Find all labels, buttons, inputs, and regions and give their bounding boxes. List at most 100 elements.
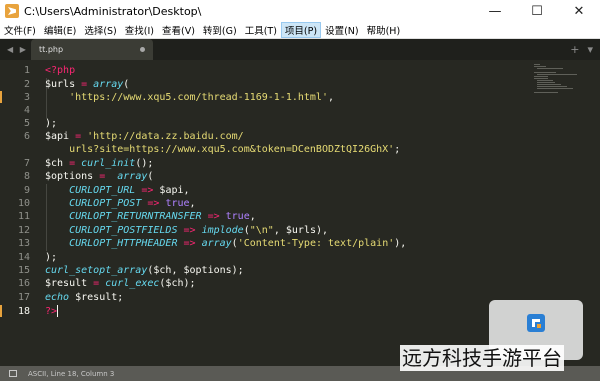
line-number: 14	[17, 252, 30, 263]
modified-line-marker	[0, 91, 2, 103]
punctuation: ($ch);	[159, 278, 196, 289]
watermark-text: 远方科技手游平台	[400, 345, 564, 371]
punctuation: ),	[394, 238, 407, 249]
tab-dropdown-icon[interactable]: ▾	[587, 43, 593, 56]
minimap-line	[537, 82, 555, 83]
modified-line-marker	[0, 305, 2, 317]
code-line: echo $result;	[45, 291, 123, 305]
code-line: 'https://www.xqu5.com/thread-1169-1-1.ht…	[45, 91, 334, 105]
title-bar: C:\Users\Administrator\Desktop\ — ☐ ✕	[0, 0, 600, 22]
punctuation: (	[123, 79, 130, 90]
minimize-button[interactable]: —	[474, 0, 516, 22]
new-tab-icon[interactable]: +	[570, 43, 579, 56]
tab-label: tt.php	[39, 45, 64, 54]
operator: =>	[201, 211, 226, 222]
menu-preferences[interactable]: 设置(N)	[321, 23, 363, 37]
operator: =>	[135, 185, 160, 196]
boolean: true	[225, 211, 250, 222]
close-button[interactable]: ✕	[558, 0, 600, 22]
watermark-badge-icon	[527, 314, 545, 332]
minimap-line	[537, 88, 573, 89]
code-line: );	[45, 251, 57, 265]
operator: =	[75, 79, 94, 90]
code-line-current: ?>	[45, 305, 59, 319]
minimap-line	[534, 76, 548, 77]
operator: =	[93, 171, 118, 182]
line-number-current: 18	[17, 306, 30, 317]
operator: =>	[141, 198, 166, 209]
punctuation: ,	[183, 185, 190, 196]
line-number: 16	[17, 278, 30, 289]
string: 'Content-Type: text/plain'	[237, 238, 395, 249]
window-title: C:\Users\Administrator\Desktop\	[24, 4, 202, 18]
line-number: 9	[23, 185, 30, 196]
variable: $options	[45, 171, 94, 182]
operator: =	[63, 158, 82, 169]
variable: $api	[45, 131, 70, 142]
line-number: 8	[23, 171, 30, 182]
menu-view[interactable]: 查看(V)	[158, 23, 199, 37]
menu-help[interactable]: 帮助(H)	[363, 23, 405, 37]
menu-tools[interactable]: 工具(T)	[241, 23, 281, 37]
variable: $ch	[45, 158, 64, 169]
punctuation: ($ch, $options);	[147, 265, 244, 276]
operator: =>	[177, 225, 202, 236]
boolean: true	[165, 198, 190, 209]
code-line: $options = array(	[45, 170, 153, 184]
line-number: 2	[23, 79, 30, 90]
tab-bar: ◀ ▶ tt.php + ▾	[0, 39, 600, 60]
minimap[interactable]	[534, 64, 590, 94]
menu-edit[interactable]: 编辑(E)	[40, 23, 80, 37]
php-close-tag: ?>	[45, 306, 58, 317]
code-line-wrapped: urls?site=https://www.xqu5.com&token=DCe…	[45, 143, 400, 157]
line-number: 15	[17, 265, 30, 276]
menu-goto[interactable]: 转到(G)	[199, 23, 241, 37]
function: curl_exec	[105, 278, 160, 289]
function: array	[117, 171, 148, 182]
text-cursor	[57, 305, 59, 317]
tab-nav-arrows-icon[interactable]: ◀ ▶	[7, 45, 31, 54]
function: array	[201, 238, 232, 249]
menu-project[interactable]: 项目(P)	[280, 22, 322, 38]
menu-find[interactable]: 查找(I)	[121, 23, 158, 37]
code-line: curl_setopt_array($ch, $options);	[45, 264, 244, 278]
minimap-line	[537, 84, 561, 85]
line-number: 5	[23, 118, 30, 129]
maximize-button[interactable]: ☐	[516, 0, 558, 22]
code-text[interactable]: <?php $urls = array( 'https://www.xqu5.c…	[45, 60, 406, 317]
string: 'http://data.zz.baidu.com/	[87, 131, 244, 142]
minimap-line	[537, 74, 577, 75]
line-number: 12	[17, 225, 30, 236]
function: implode	[201, 225, 244, 236]
minimap-line	[534, 64, 540, 65]
unsaved-dot-icon[interactable]	[140, 47, 145, 52]
code-line: $result = curl_exec($ch);	[45, 277, 196, 291]
variable: $result	[45, 278, 88, 289]
code-line: $urls = array(	[45, 78, 129, 92]
line-number: 1	[23, 65, 30, 76]
code-line: $ch = curl_init();	[45, 157, 153, 171]
keyword: echo	[45, 292, 70, 303]
menu-file[interactable]: 文件(F)	[0, 23, 40, 37]
operator: =>	[177, 238, 202, 249]
function: array	[93, 79, 124, 90]
minimap-line	[537, 80, 553, 81]
line-number: 7	[23, 158, 30, 169]
minimap-line	[537, 86, 567, 87]
menu-selection[interactable]: 选择(S)	[80, 23, 120, 37]
menu-bar: 文件(F) 编辑(E) 选择(S) 查找(I) 查看(V) 转到(G) 工具(T…	[0, 22, 600, 39]
operator: =	[69, 131, 88, 142]
operator: =	[87, 278, 106, 289]
variable: $urls	[45, 79, 76, 90]
code-line: CURLOPT_POST => true,	[45, 197, 195, 211]
string: urls?site=https://www.xqu5.com&token=DCe…	[69, 144, 395, 155]
function: curl_init	[81, 158, 136, 169]
tab-tt-php[interactable]: tt.php	[31, 39, 153, 60]
minimap-line	[534, 78, 548, 79]
line-number: 3	[23, 92, 30, 103]
panel-toggle-icon[interactable]	[9, 370, 17, 377]
code-line: CURLOPT_POSTFIELDS => implode("\n", $url…	[45, 224, 328, 238]
php-open-tag: <?php	[45, 65, 76, 76]
constant: CURLOPT_URL	[69, 185, 136, 196]
punctuation: );	[45, 252, 58, 263]
